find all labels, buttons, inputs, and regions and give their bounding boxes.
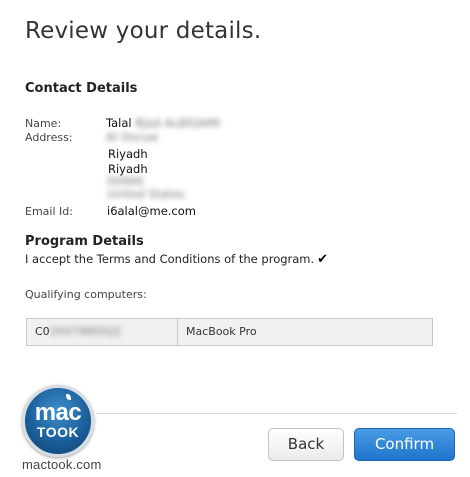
page-title: Review your details.	[25, 18, 262, 44]
email-value: i6alal@me.com	[107, 204, 196, 218]
serial-number-cell: C02HV7WEDQ2	[27, 319, 178, 345]
footer-divider	[96, 413, 457, 414]
address-line-2: Riyadh	[108, 147, 148, 161]
terms-text: I accept the Terms and Conditions of the…	[25, 252, 315, 266]
name-first: Talal	[106, 116, 132, 130]
terms-statement: I accept the Terms and Conditions of the…	[25, 252, 328, 267]
program-details-heading: Program Details	[25, 234, 144, 249]
watermark-caption: mactook.com	[22, 457, 102, 472]
name-label: Name:	[25, 117, 62, 130]
serial-prefix: C0	[35, 325, 50, 338]
back-button[interactable]: Back	[268, 428, 344, 461]
logo-word-mac: mac	[34, 399, 82, 426]
model-cell: MacBook Pro	[186, 325, 257, 338]
email-label: Email Id:	[25, 205, 73, 218]
address-line-1: Al Ooruw	[106, 130, 159, 144]
logo-word-took: TOOK	[36, 424, 80, 440]
contact-details-heading: Contact Details	[25, 81, 138, 96]
address-line-5: United States	[107, 187, 185, 201]
confirm-button[interactable]: Confirm	[354, 428, 455, 461]
address-line-4: 00966	[107, 174, 144, 188]
name-value: Talal Bjad ALBIQAMI	[106, 116, 220, 130]
address-label: Address:	[25, 131, 73, 144]
qualifying-computers-table: C02HV7WEDQ2 MacBook Pro	[26, 318, 433, 346]
qualifying-computers-label: Qualifying computers:	[25, 288, 147, 301]
serial-rest-blurred: 2HV7WEDQ2	[49, 325, 122, 338]
name-rest-blurred: Bjad ALBIQAMI	[135, 116, 221, 130]
checkmark-icon: ✔	[317, 252, 329, 267]
mactook-logo: mac TOOK	[22, 385, 94, 457]
